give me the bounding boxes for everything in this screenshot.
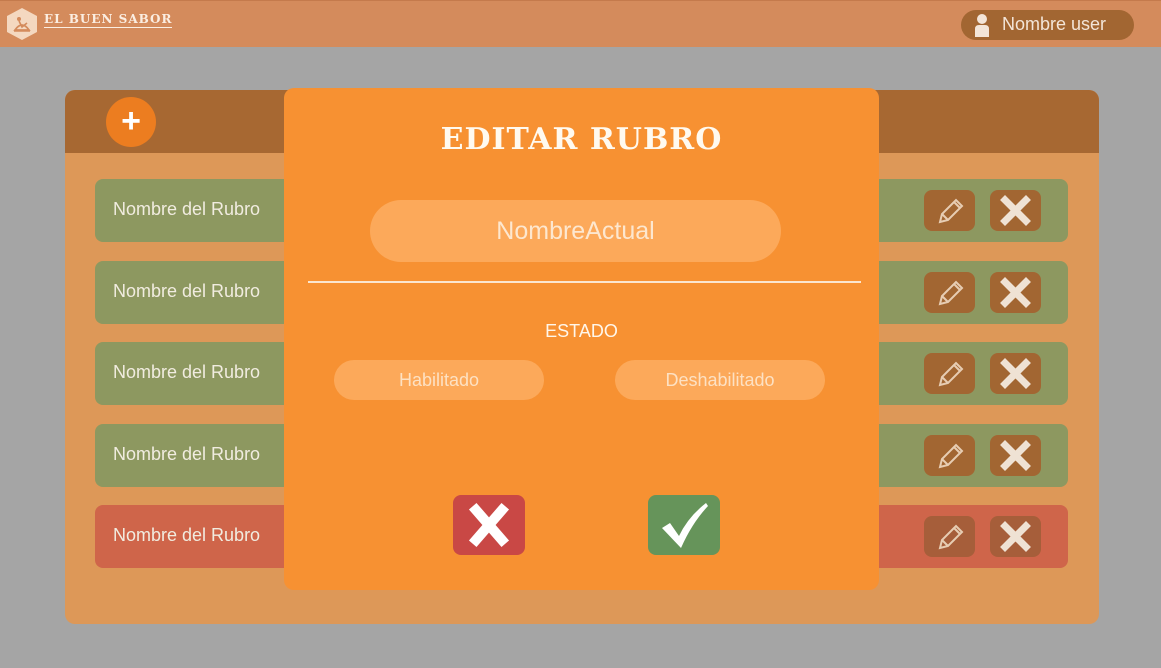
confirm-button[interactable] [648, 495, 720, 555]
modal-title: EDITAR RUBRO [440, 122, 723, 157]
delete-button[interactable] [990, 516, 1041, 557]
edit-button[interactable] [924, 272, 975, 313]
plus-icon: + [121, 102, 141, 140]
estado-label: ESTADO [545, 321, 618, 341]
cancel-button[interactable] [453, 495, 525, 555]
rubro-name: Nombre del Rubro [113, 281, 261, 301]
pencil-icon [938, 443, 964, 469]
deshabilitado-button[interactable]: Deshabilitado [615, 360, 825, 400]
edit-rubro-modal: EDITAR RUBRO ESTADO Habilitado Deshabili… [284, 88, 879, 590]
close-icon [1000, 195, 1031, 226]
delete-button[interactable] [990, 435, 1041, 476]
close-icon [1000, 440, 1031, 471]
edit-button[interactable] [924, 435, 975, 476]
close-icon [1000, 521, 1031, 552]
checkmark-icon [662, 503, 708, 548]
pencil-icon [938, 280, 964, 306]
add-rubro-button[interactable]: + [106, 97, 156, 147]
rubro-name: Nombre del Rubro [113, 444, 261, 464]
user-name: Nombre user [1002, 14, 1107, 34]
close-icon [1000, 358, 1031, 389]
pencil-icon [938, 524, 964, 550]
rubro-name-input[interactable] [370, 200, 781, 262]
close-icon [468, 502, 510, 548]
pencil-icon [938, 361, 964, 387]
edit-button[interactable] [924, 190, 975, 231]
top-bar: EL BUEN SABOR Nombre user [0, 0, 1161, 47]
chef-hat-logo-icon[interactable] [7, 8, 37, 40]
delete-button[interactable] [990, 272, 1041, 313]
delete-button[interactable] [990, 353, 1041, 394]
user-icon [975, 14, 989, 37]
rubro-name: Nombre del Rubro [113, 525, 261, 545]
rubro-name: Nombre del Rubro [113, 199, 261, 219]
delete-button[interactable] [990, 190, 1041, 231]
pencil-icon [938, 198, 964, 224]
divider [308, 281, 861, 283]
rubro-name: Nombre del Rubro [113, 362, 261, 382]
habilitado-button[interactable]: Habilitado [334, 360, 544, 400]
brand-name[interactable]: EL BUEN SABOR [44, 12, 173, 28]
user-menu-button[interactable]: Nombre user [961, 10, 1134, 40]
edit-button[interactable] [924, 353, 975, 394]
edit-button[interactable] [924, 516, 975, 557]
close-icon [1000, 277, 1031, 308]
